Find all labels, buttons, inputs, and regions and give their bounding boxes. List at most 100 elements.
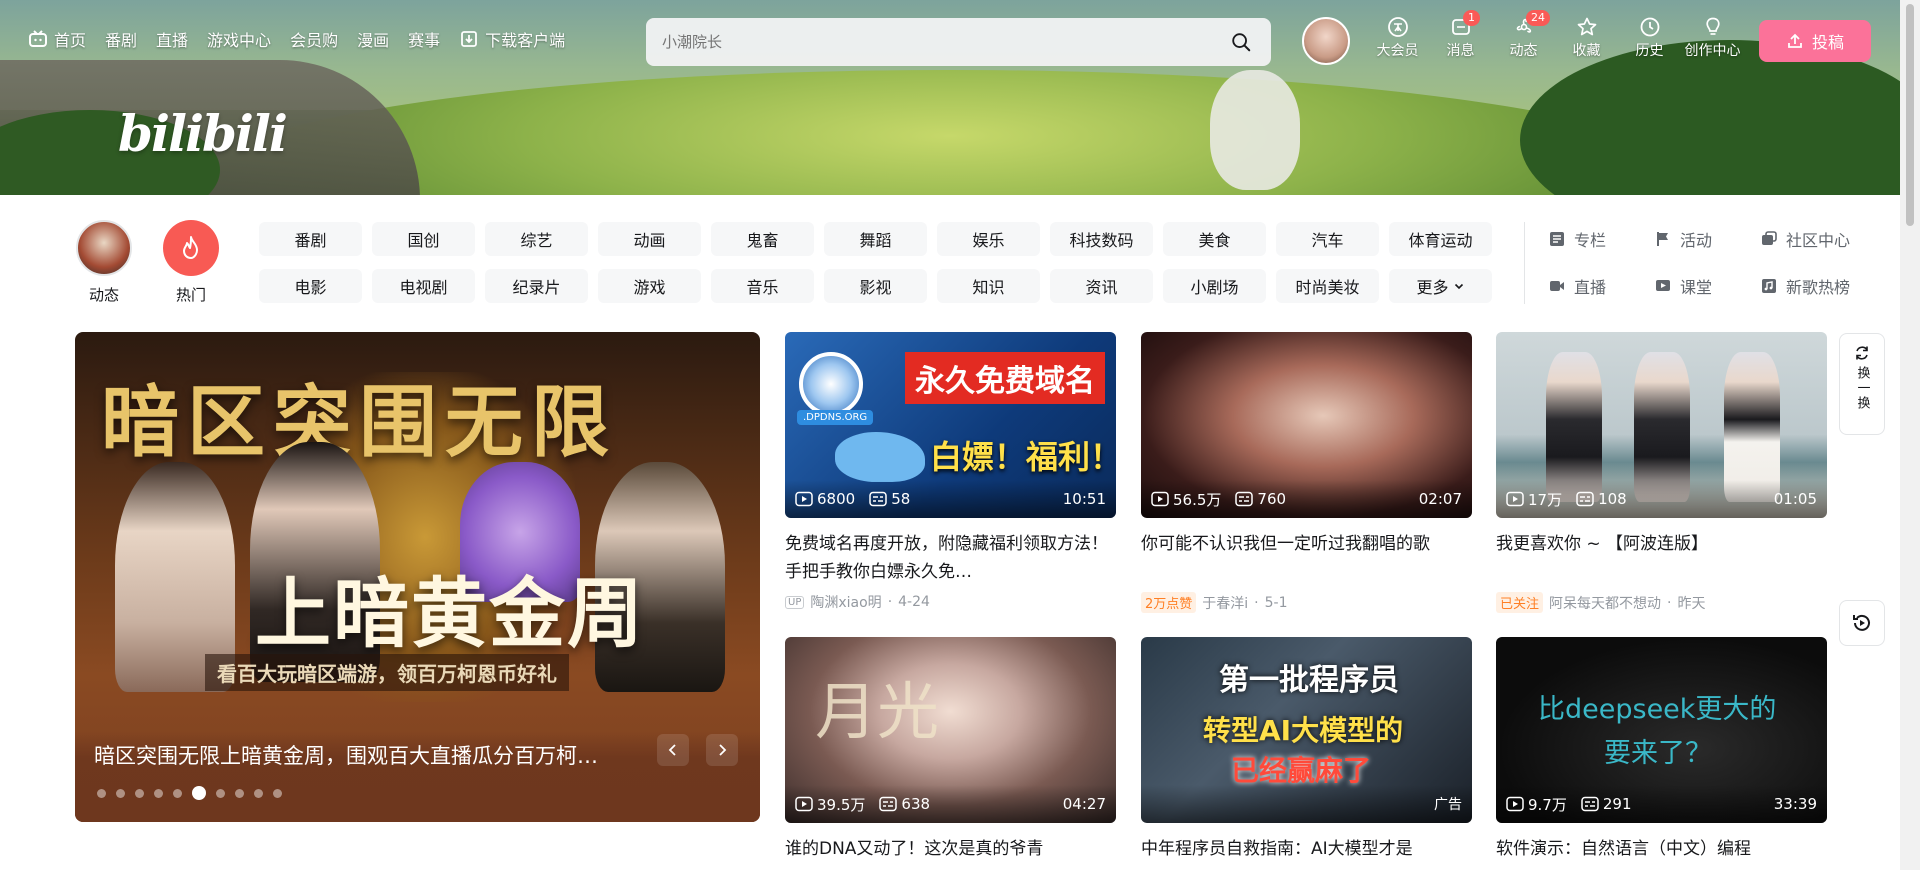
channel-tag-label: 时尚美妆 (1295, 278, 1360, 297)
nav-download[interactable]: 下载客户端 (459, 27, 565, 51)
nav-bangumi[interactable]: 番剧 (105, 27, 137, 51)
history-button[interactable]: 历史 (1618, 16, 1681, 60)
page-scrollbar[interactable] (1900, 0, 1920, 870)
carousel-dot[interactable] (116, 788, 125, 798)
carousel-dot[interactable] (135, 788, 144, 798)
channel-tag[interactable]: 游戏 (598, 269, 701, 303)
channel-tag[interactable]: 汽车 (1276, 222, 1379, 256)
carousel-dot[interactable] (192, 786, 206, 800)
danmaku-count: 58 (891, 490, 911, 508)
channel-tag[interactable]: 科技数码 (1050, 222, 1153, 256)
channel-tag[interactable]: 时尚美妆 (1276, 269, 1379, 303)
video-author[interactable]: 于春洋i (1202, 593, 1248, 613)
channel-tag[interactable]: 知识 (937, 269, 1040, 303)
channel-tag[interactable]: 番剧 (259, 222, 362, 256)
video-title[interactable]: 中年程序员自救指南：AI大模型才是 (1141, 835, 1472, 891)
nav-vip-shop[interactable]: 会员购 (290, 27, 338, 51)
channel-tag[interactable]: 舞蹈 (824, 222, 927, 256)
link-classroom[interactable]: 课堂 (1654, 269, 1760, 303)
nav-manga[interactable]: 漫画 (357, 27, 389, 51)
search-bar (646, 18, 1271, 66)
video-author[interactable]: 阿呆每天都不想动 (1549, 593, 1661, 613)
refresh-button[interactable]: 换一换 (1839, 333, 1885, 435)
video-stats: 广告 (1141, 785, 1472, 823)
channel-tag[interactable]: 电影 (259, 269, 362, 303)
channel-tag[interactable]: 美食 (1163, 222, 1266, 256)
carousel-caption[interactable]: 暗区突围无限上暗黄金周，围观百大直播瓜分百万柯… (94, 740, 634, 770)
video-thumbnail[interactable]: 比deepseek更大的 要来了？ 9.7万 291 33:39 (1496, 637, 1827, 823)
carousel-dot[interactable] (154, 788, 163, 798)
video-card[interactable]: 17万 108 01:05 我更喜欢你 ~ 【阿波连版】 已关注 阿呆每天都不想… (1496, 332, 1827, 613)
search-input[interactable] (662, 33, 1227, 51)
link-activity[interactable]: 活动 (1654, 222, 1760, 256)
video-thumbnail[interactable]: .DPDNS.ORG 永久免费域名 白嫖！福利！ 6800 58 10:51 (785, 332, 1116, 518)
nav-game-center[interactable]: 游戏中心 (207, 27, 271, 51)
channel-tag[interactable]: 资讯 (1050, 269, 1153, 303)
vip-button[interactable]: 大会员 (1366, 16, 1429, 60)
message-button[interactable]: 1 消息 (1429, 10, 1492, 60)
download-icon (461, 31, 478, 47)
channel-hot[interactable]: 热门 (163, 220, 219, 305)
carousel-prev-button[interactable] (657, 734, 689, 766)
bilibili-logo[interactable]: bilibili (118, 104, 288, 163)
video-title[interactable]: 谁的DNA又动了！这次是真的爷青 (785, 835, 1116, 891)
view-count: 56.5万 (1173, 490, 1222, 509)
carousel-dot[interactable] (235, 788, 244, 798)
ad-card[interactable]: 第一批程序员 转型AI大模型的 已经赢麻了 广告 中年程序员自救指南：AI大模型… (1141, 637, 1472, 891)
carousel-dot[interactable] (254, 788, 263, 798)
channel-dynamic[interactable]: 动态 (76, 220, 132, 305)
upload-button[interactable]: 投稿 (1759, 20, 1871, 62)
channel-tag[interactable]: 鬼畜 (711, 222, 814, 256)
video-title[interactable]: 免费域名再度开放，附隐藏福利领取方法！ 手把手教你白嫖永久免… (785, 530, 1116, 586)
user-avatar[interactable] (1302, 17, 1350, 65)
channel-tag[interactable]: 综艺 (485, 222, 588, 256)
carousel-dot[interactable] (173, 788, 182, 798)
channel-tag[interactable]: 电视剧 (372, 269, 475, 303)
video-stats: 6800 58 10:51 (785, 480, 1116, 518)
video-card[interactable]: 月光 39.5万 638 04:27 谁的DNA又动了！这次是真的爷青 (785, 637, 1116, 891)
nav-label: 游戏中心 (207, 31, 272, 50)
nav-home[interactable]: 首页 (28, 27, 86, 51)
danmaku-count: 638 (901, 795, 931, 813)
video-title[interactable]: 你可能不认识我但一定听过我翻唱的歌 (1141, 530, 1472, 586)
video-thumbnail[interactable]: 17万 108 01:05 (1496, 332, 1827, 518)
channel-tag[interactable]: 国创 (372, 222, 475, 256)
search-button[interactable] (1227, 28, 1255, 56)
channel-tag[interactable]: 娱乐 (937, 222, 1040, 256)
carousel-dot[interactable] (273, 788, 282, 798)
channel-tag[interactable]: 影视 (824, 269, 927, 303)
creator-center-button[interactable]: 创作中心 (1681, 16, 1744, 60)
banner-bunny (1210, 70, 1300, 190)
video-thumbnail[interactable]: 第一批程序员 转型AI大模型的 已经赢麻了 广告 (1141, 637, 1472, 823)
channel-tag[interactable]: 体育运动 (1389, 222, 1492, 256)
video-card[interactable]: .DPDNS.ORG 永久免费域名 白嫖！福利！ 6800 58 10:51 免… (785, 332, 1116, 612)
link-community[interactable]: 社区中心 (1760, 222, 1870, 256)
nav-live[interactable]: 直播 (156, 27, 188, 51)
channel-tag[interactable]: 音乐 (711, 269, 814, 303)
video-thumbnail[interactable]: 月光 39.5万 638 04:27 (785, 637, 1116, 823)
carousel-dot[interactable] (97, 788, 106, 798)
channel-tag[interactable]: 纪录片 (485, 269, 588, 303)
channel-tag[interactable]: 小剧场 (1163, 269, 1266, 303)
channel-tag[interactable]: 动画 (598, 222, 701, 256)
carousel-next-button[interactable] (706, 734, 738, 766)
video-card[interactable]: 比deepseek更大的 要来了？ 9.7万 291 33:39 软件演示：自然… (1496, 637, 1827, 891)
replay-button[interactable] (1839, 600, 1885, 646)
favorite-button[interactable]: 收藏 (1555, 16, 1618, 60)
link-new-songs[interactable]: 新歌热榜 (1760, 269, 1870, 303)
dynamic-button[interactable]: 24 动态 (1492, 10, 1555, 60)
carousel-dot[interactable] (216, 788, 225, 798)
nav-esports[interactable]: 赛事 (408, 27, 440, 51)
video-thumbnail[interactable]: 56.5万 760 02:07 (1141, 332, 1472, 518)
more-channels-button[interactable]: 更多 (1389, 269, 1492, 303)
video-card[interactable]: 56.5万 760 02:07 你可能不认识我但一定听过我翻唱的歌 2万点赞 于… (1141, 332, 1472, 613)
video-title[interactable]: 软件演示：自然语言（中文）编程 (1496, 835, 1827, 891)
scrollbar-thumb[interactable] (1906, 4, 1914, 226)
video-author[interactable]: 陶渊xiao明 (810, 592, 881, 612)
link-live[interactable]: 直播 (1548, 269, 1654, 303)
promo-carousel[interactable]: 暗区突围无限 上暗黄金周 看百大玩暗区端游，领百万柯恩币好礼 暗区突围无限上暗黄… (75, 332, 760, 822)
video-title[interactable]: 我更喜欢你 ~ 【阿波连版】 (1496, 530, 1827, 586)
video-date: 昨天 (1677, 595, 1706, 612)
link-column[interactable]: 专栏 (1548, 222, 1654, 256)
history-label: 历史 (1635, 43, 1664, 59)
